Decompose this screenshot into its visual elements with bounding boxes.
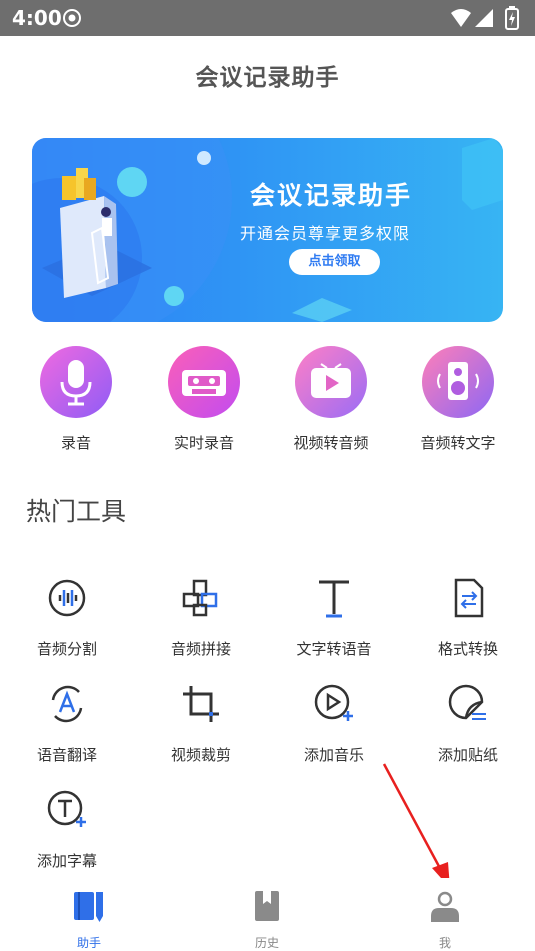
tool-add-sticker[interactable]: 添加贴纸 — [401, 682, 535, 765]
hot-tools-title: 热门工具 — [26, 497, 127, 526]
feature-label: 音频转文字 — [420, 434, 496, 452]
banner-subtitle: 开通会员尊享更多权限 — [240, 224, 411, 243]
tab-me[interactable]: 我 — [400, 888, 490, 951]
tool-label: 音频拼接 — [170, 640, 231, 658]
feature-label: 实时录音 — [173, 434, 234, 452]
tool-audio-split[interactable]: 音频分割 — [0, 576, 134, 659]
tool-text-to-speech[interactable]: 文字转语音 — [267, 576, 401, 659]
tool-video-crop[interactable]: 视频裁剪 — [134, 682, 268, 765]
wifi-signal-icon — [451, 9, 493, 27]
tool-format-convert[interactable]: 格式转换 — [401, 576, 535, 659]
tool-label: 视频裁剪 — [170, 746, 231, 764]
tool-voice-translate[interactable]: 语音翻译 — [0, 682, 134, 765]
tool-label: 文字转语音 — [296, 640, 372, 658]
waveform-icon — [48, 579, 86, 617]
battery-icon — [505, 6, 519, 30]
subtitle-icon — [47, 790, 86, 827]
tool-add-subtitle[interactable]: 添加字幕 — [0, 788, 134, 871]
text-t-icon — [319, 580, 349, 618]
tab-label: 助手 — [76, 936, 101, 950]
puzzle-icon — [182, 579, 218, 617]
tool-label: 音频分割 — [36, 640, 97, 658]
tab-label: 历史 — [254, 936, 279, 950]
feature-label: 录音 — [60, 434, 91, 452]
microphone-icon — [40, 346, 112, 418]
feature-video-to-audio[interactable]: 视频转音频 — [266, 346, 396, 453]
tab-history[interactable]: 历史 — [222, 888, 312, 951]
file-convert-icon — [454, 578, 484, 618]
feature-audio-to-text[interactable]: 音频转文字 — [393, 346, 523, 453]
cassette-icon — [168, 346, 240, 418]
tool-audio-merge[interactable]: 音频拼接 — [134, 576, 268, 659]
status-bar: 4:00 — [0, 0, 535, 36]
feature-label: 视频转音频 — [293, 434, 369, 452]
crop-icon — [183, 686, 219, 722]
tool-label: 添加字幕 — [36, 852, 97, 870]
shield-icon — [63, 9, 81, 27]
feature-realtime-record[interactable]: 实时录音 — [139, 346, 269, 453]
feature-record[interactable]: 录音 — [11, 346, 141, 453]
status-time: 4:00 — [12, 6, 62, 30]
sticker-icon — [448, 684, 486, 720]
page-title: 会议记录助手 — [195, 65, 340, 91]
bookmark-icon — [255, 891, 279, 921]
promo-banner[interactable]: 会议记录助手 开通会员尊享更多权限 点击领取 — [32, 138, 503, 322]
person-icon — [431, 891, 459, 922]
tab-label: 我 — [438, 936, 451, 950]
banner-title: 会议记录助手 — [250, 181, 413, 210]
claim-button[interactable]: 点击领取 — [289, 249, 380, 275]
feature-row: 录音 实时录音 视频转音频 音频转文字 — [0, 346, 535, 456]
tab-assistant[interactable]: 助手 — [44, 888, 134, 951]
speaker-icon — [422, 346, 494, 418]
translate-icon — [51, 685, 83, 723]
tool-add-music[interactable]: 添加音乐 — [267, 682, 401, 765]
tool-label: 格式转换 — [437, 640, 498, 658]
bottom-tab-bar: 助手 历史 我 — [0, 878, 535, 951]
play-plus-icon — [314, 684, 353, 721]
tool-label: 语音翻译 — [36, 746, 97, 764]
annotation-arrow — [382, 763, 450, 888]
book-icon — [74, 892, 103, 922]
video-play-icon — [295, 346, 367, 418]
